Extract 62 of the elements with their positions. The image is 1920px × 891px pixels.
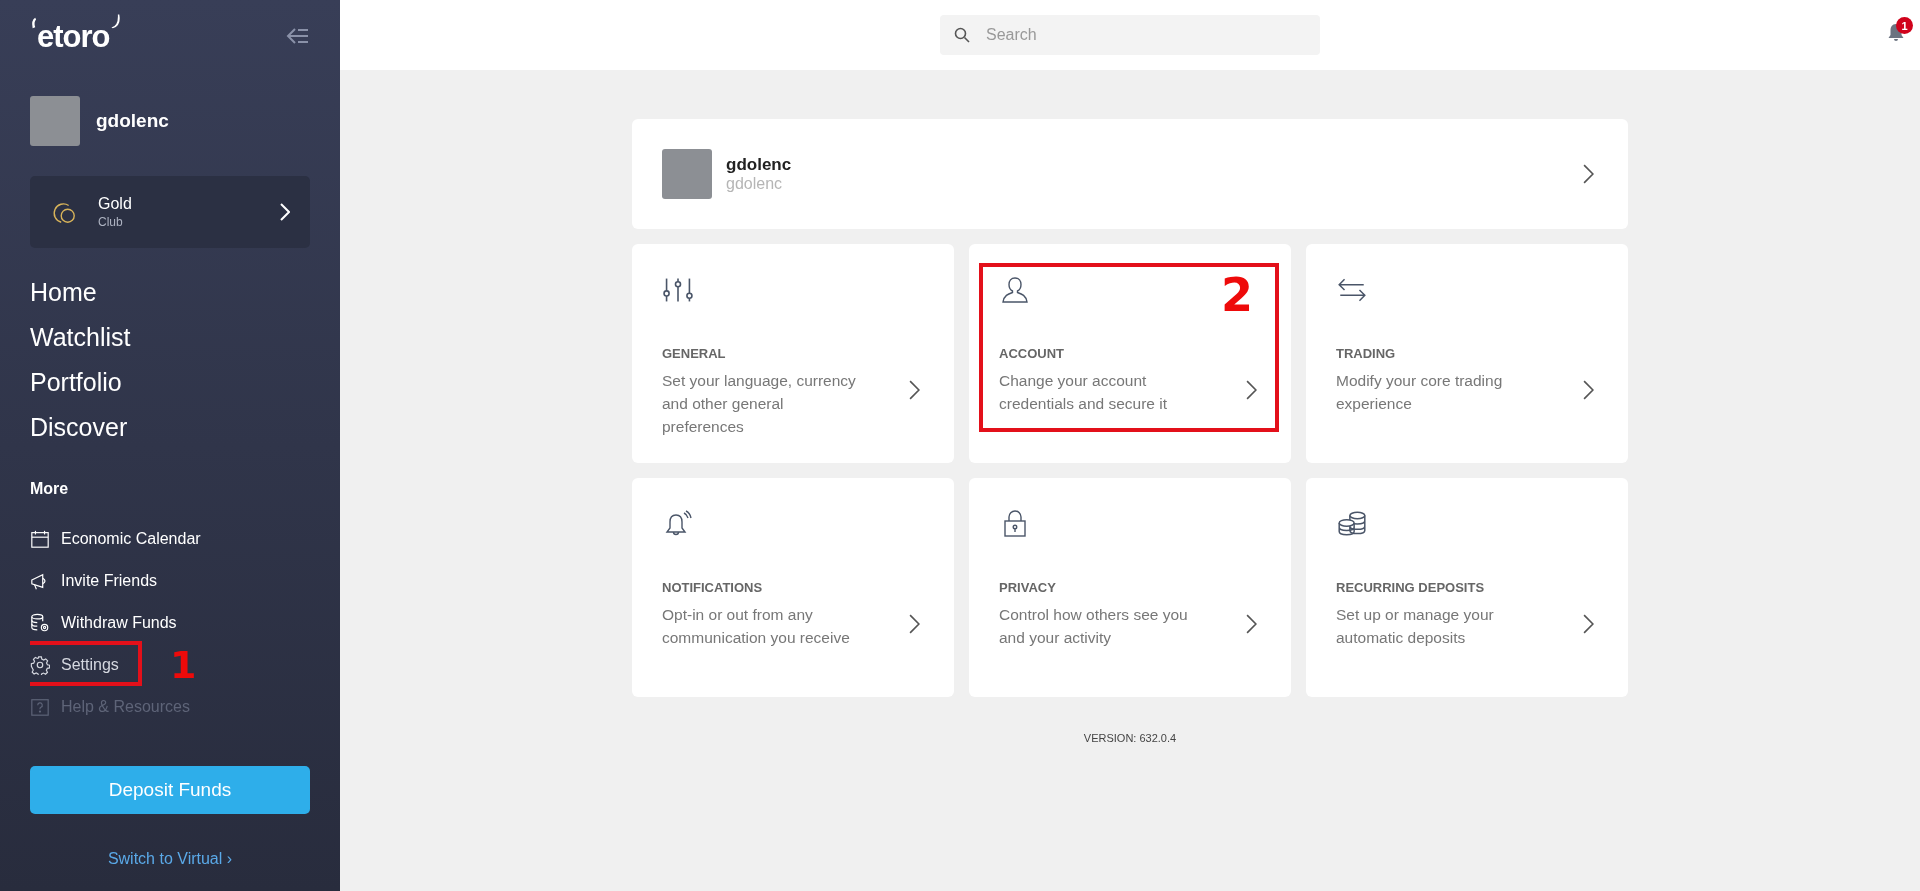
notification-badge: 1	[1896, 17, 1913, 34]
settings-card[interactable]: ACCOUNT Change your account credentials and secure it 2	[969, 244, 1291, 463]
profile-card[interactable]: gdolenc gdolenc	[632, 119, 1628, 229]
profile-name: gdolenc	[726, 155, 793, 175]
settings-card[interactable]: PRIVACY Control how others see you and your activity	[969, 478, 1291, 697]
settings-card[interactable]: GENERAL Set your language, currency and other general preferences	[632, 244, 954, 463]
annotation-number: 2	[1221, 272, 1253, 318]
card-description: Opt-in or out from any communication you receive	[662, 605, 851, 648]
switch-link[interactable]: Switch to Virtual ›	[107, 850, 233, 868]
username[interactable]: gdolenc	[96, 110, 169, 132]
club-card[interactable]: Gold Club	[30, 176, 310, 248]
swap-arrows-icon	[1336, 276, 1368, 304]
help-icon	[30, 697, 50, 717]
chevron-right-icon	[1583, 614, 1594, 634]
menu-item[interactable]: Invite Friends	[30, 571, 158, 591]
chevron-right-icon	[280, 203, 290, 221]
menu-item[interactable]: Settings	[30, 655, 119, 675]
chevron-right-icon	[1246, 614, 1257, 634]
club-subtitle: Club	[98, 215, 124, 229]
settings-card[interactable]: NOTIFICATIONS Opt-in or out from any communication you receive	[632, 478, 954, 697]
card-title: TRADING	[1336, 346, 1397, 361]
settings-card[interactable]: RECURRING DEPOSITS Set up or manage your automatic deposits	[1306, 478, 1628, 697]
card-title: GENERAL	[662, 346, 727, 361]
search-field[interactable]: Search	[940, 15, 1320, 55]
card-description: Modify your core trading experience	[1336, 371, 1504, 414]
coins-gear-icon	[30, 613, 50, 633]
logo[interactable]: etoro	[37, 20, 110, 52]
card-title: ACCOUNT	[999, 346, 1065, 361]
nav-link[interactable]: Watchlist	[30, 315, 131, 360]
avatar-photo-placeholder	[662, 149, 712, 199]
chevron-right-icon	[909, 614, 920, 634]
chevron-right-icon	[909, 380, 920, 400]
menu-item[interactable]: Withdraw Funds	[30, 613, 177, 633]
collapse-icon[interactable]	[286, 27, 310, 45]
card-description: Set up or manage your automatic deposits	[1336, 605, 1495, 648]
card-description: Control how others see you and your activity	[999, 605, 1189, 648]
settings-icon	[30, 655, 50, 675]
annotation-number: 1	[170, 644, 197, 686]
search-icon	[954, 27, 970, 43]
calendar-icon	[30, 529, 50, 549]
card-title: RECURRING DEPOSITS	[1336, 580, 1486, 595]
version-text: VERSION: 632.0.4	[1083, 732, 1177, 744]
nav-link[interactable]: Home	[30, 270, 97, 315]
section-heading: More	[30, 480, 70, 498]
sliders-icon	[662, 276, 694, 304]
card-title: NOTIFICATIONS	[662, 580, 764, 595]
coins-icon	[1336, 510, 1368, 538]
menu-item[interactable]: Economic Calendar	[30, 529, 201, 549]
card-title: PRIVACY	[999, 580, 1057, 595]
nav-link[interactable]: Portfolio	[30, 360, 122, 405]
profile-username: gdolenc	[726, 175, 784, 193]
club-title: Gold	[98, 195, 133, 213]
horn-icon	[30, 16, 37, 29]
person-icon	[999, 276, 1031, 304]
settings-card[interactable]: TRADING Modify your core trading experience	[1306, 244, 1628, 463]
horn-icon	[109, 12, 120, 29]
chevron-right-icon	[1583, 164, 1594, 184]
chevron-right-icon	[1583, 380, 1594, 400]
card-description: Set your language, currency and other general preferences	[662, 371, 857, 437]
nav-link[interactable]: Discover	[30, 405, 128, 450]
card-description: Change your account credentials and secure it	[999, 371, 1168, 414]
chevron-right-icon	[1246, 380, 1257, 400]
